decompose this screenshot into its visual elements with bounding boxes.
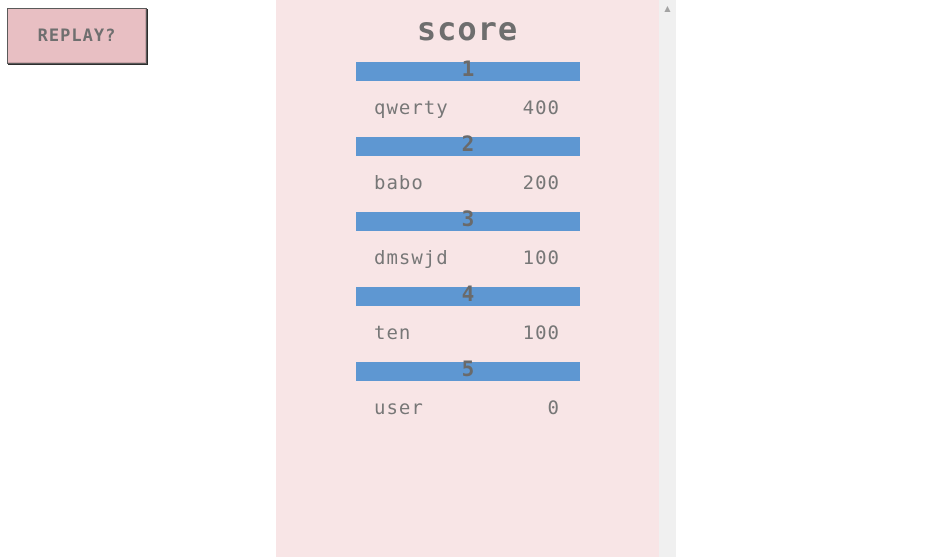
player-name: user bbox=[374, 397, 424, 419]
scoreboard-title: score bbox=[416, 10, 519, 48]
rank-bar-2: 2 bbox=[356, 132, 580, 156]
player-name: dmswjd bbox=[374, 247, 449, 269]
rank-number: 3 bbox=[461, 207, 475, 231]
player-score: 0 bbox=[547, 397, 560, 419]
vertical-scrollbar[interactable]: ▲ bbox=[659, 0, 676, 557]
rank-number: 1 bbox=[461, 57, 475, 81]
player-score: 400 bbox=[522, 97, 560, 119]
rank-number: 4 bbox=[461, 282, 475, 306]
triangle-up-icon[interactable]: ▲ bbox=[659, 0, 676, 17]
score-entry: babo 200 bbox=[374, 172, 560, 196]
player-name: qwerty bbox=[374, 97, 449, 119]
scoreboard-panel: score 1 qwerty 400 2 babo 200 3 dmswjd 1… bbox=[276, 0, 659, 557]
player-score: 100 bbox=[522, 247, 560, 269]
player-name: ten bbox=[374, 322, 412, 344]
rank-bar-3: 3 bbox=[356, 207, 580, 231]
rank-bar-1: 1 bbox=[356, 57, 580, 81]
score-entry: qwerty 400 bbox=[374, 97, 560, 121]
score-entry: dmswjd 100 bbox=[374, 247, 560, 271]
player-score: 100 bbox=[522, 322, 560, 344]
score-entry: user 0 bbox=[374, 397, 560, 421]
rank-bar-5: 5 bbox=[356, 357, 580, 381]
rank-number: 2 bbox=[461, 132, 475, 156]
score-entry: ten 100 bbox=[374, 322, 560, 346]
player-score: 200 bbox=[522, 172, 560, 194]
rank-number: 5 bbox=[461, 357, 475, 381]
rank-bar-4: 4 bbox=[356, 282, 580, 306]
player-name: babo bbox=[374, 172, 424, 194]
replay-button-label: REPLAY? bbox=[37, 26, 117, 46]
replay-button[interactable]: REPLAY? bbox=[7, 8, 147, 64]
